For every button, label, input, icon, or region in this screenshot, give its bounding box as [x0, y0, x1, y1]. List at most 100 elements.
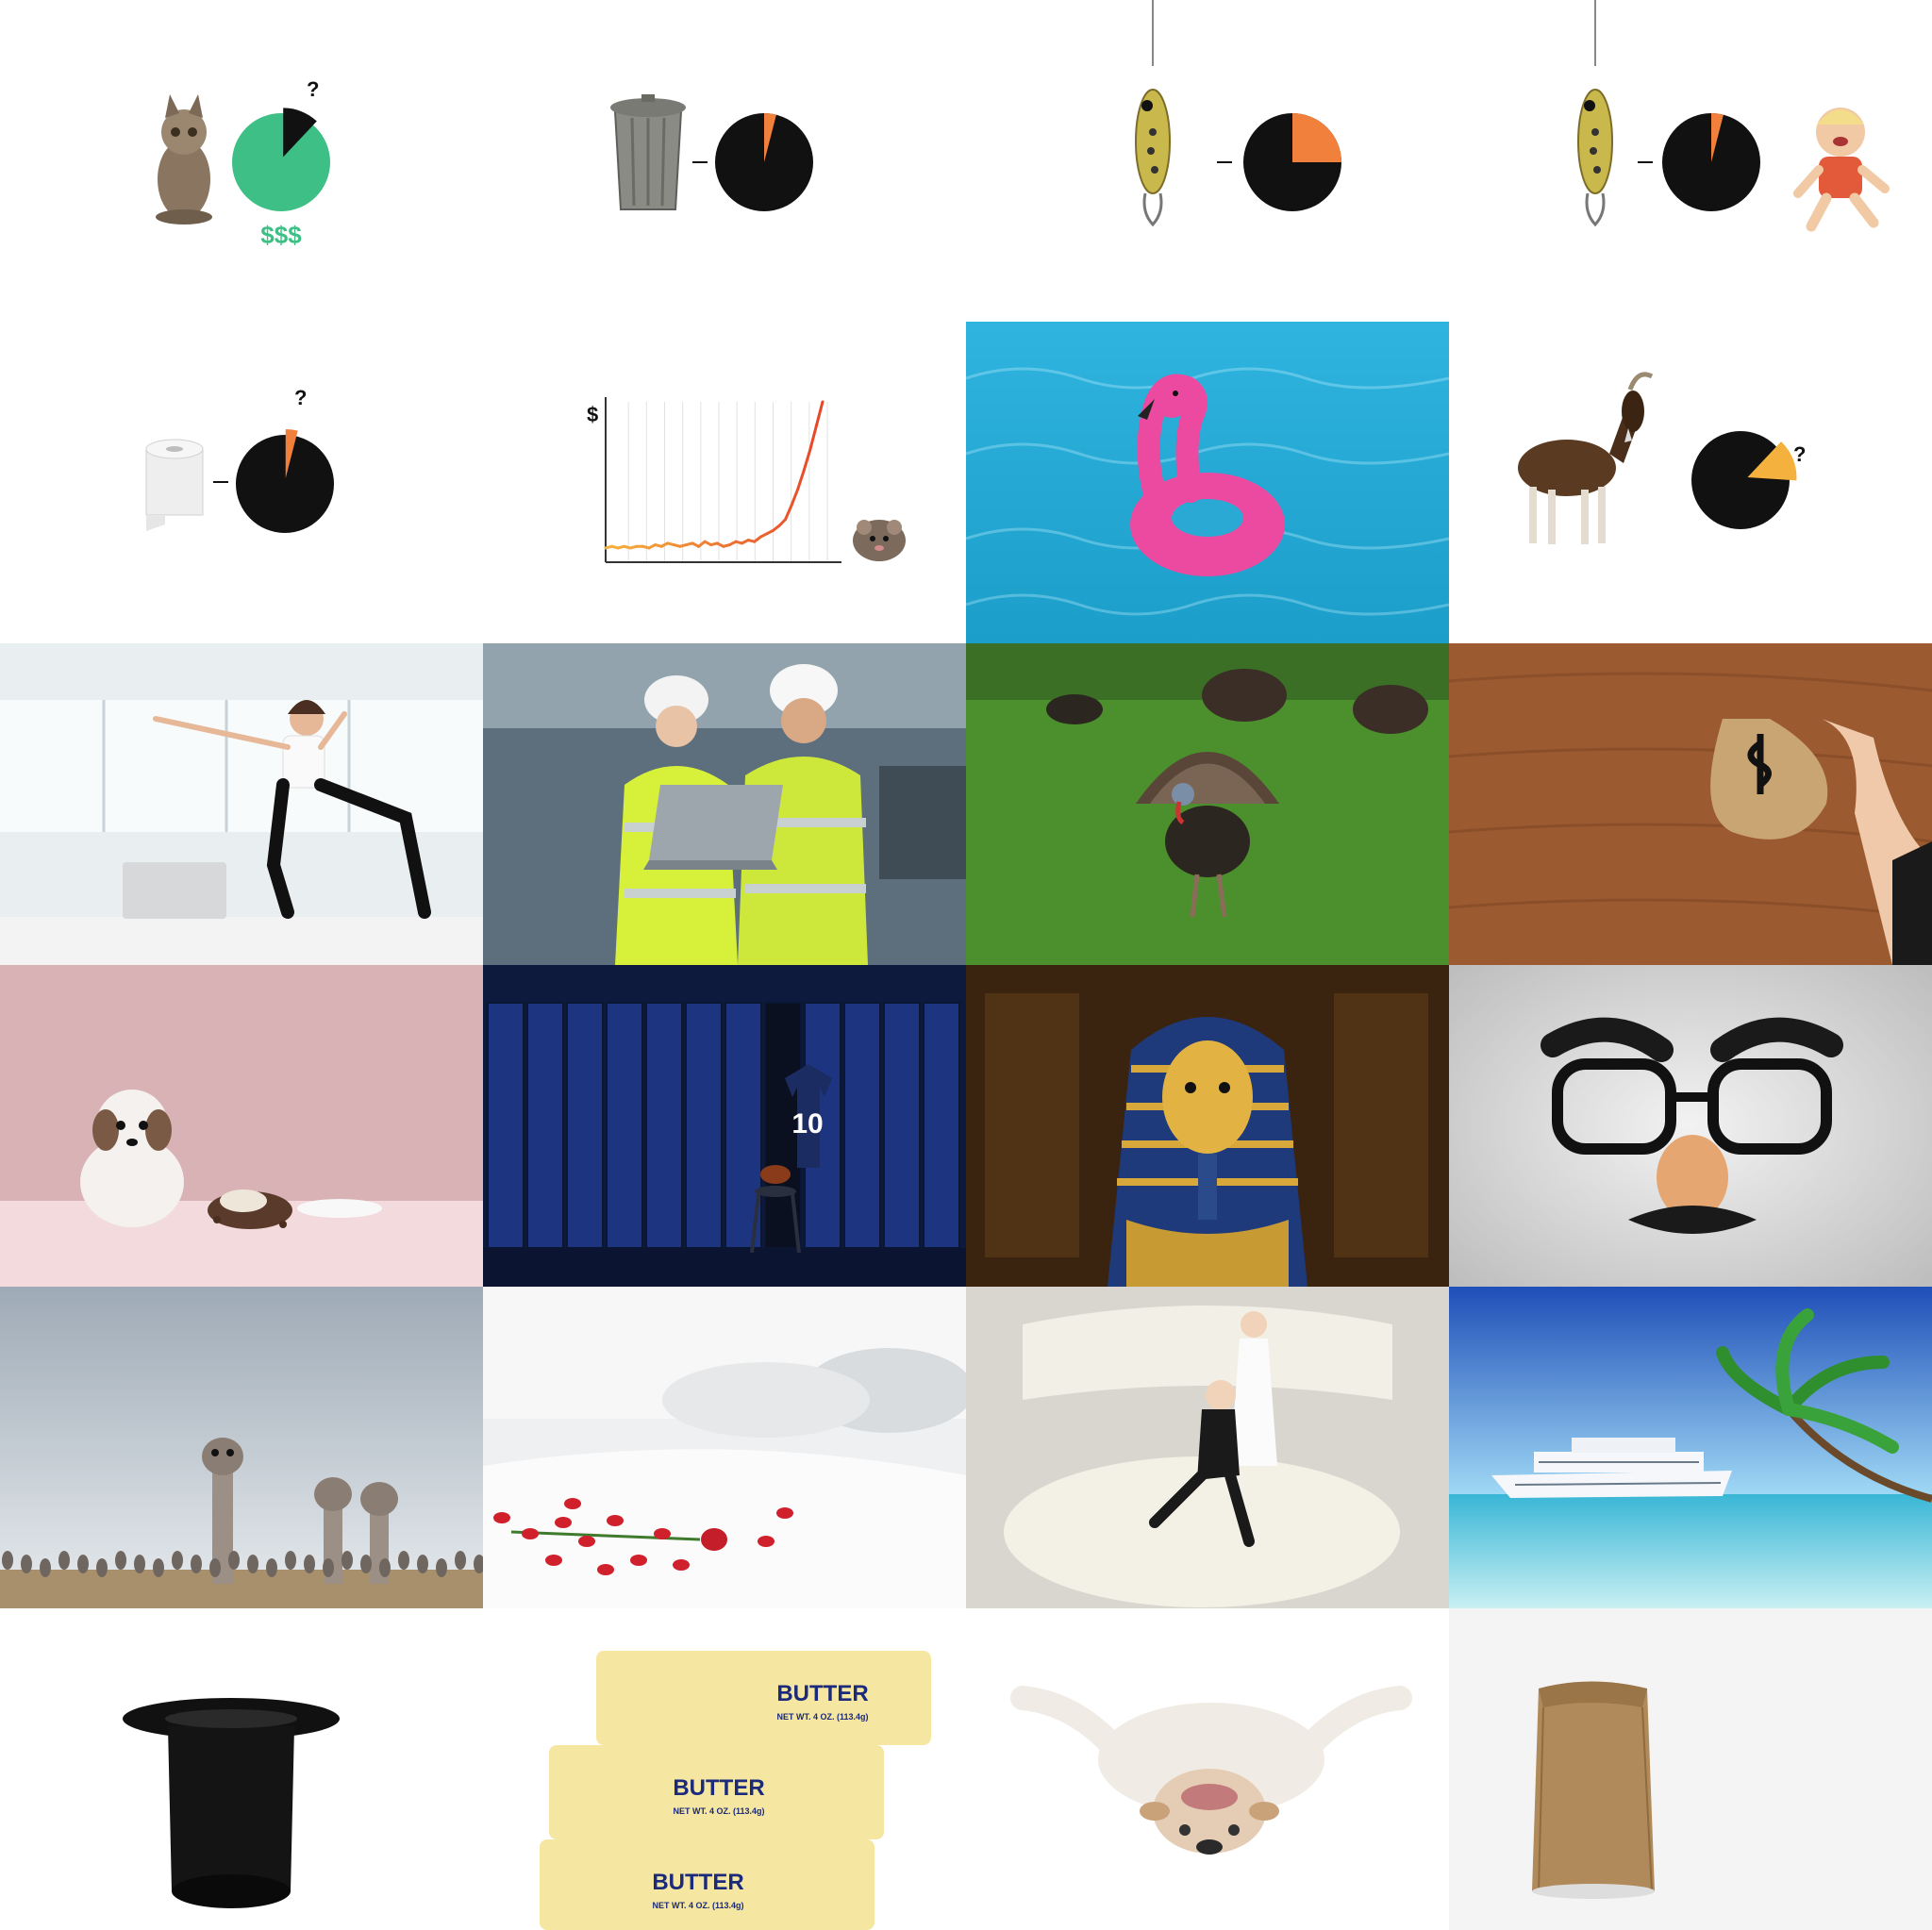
fishing-lure-icon [1577, 0, 1613, 227]
ostrich-distant [285, 1551, 296, 1570]
ostrich-distant [436, 1558, 447, 1577]
top-hat-icon [123, 1698, 340, 1908]
tile-cake-topper[interactable] [966, 1287, 1449, 1608]
tile-locker-room[interactable]: 10 [483, 965, 966, 1287]
tile-ostriches[interactable] [0, 1287, 483, 1608]
rose-petal [758, 1536, 774, 1547]
butter-stick-middle: BUTTER NET WT. 4 OZ. (113.4g) [549, 1745, 884, 1839]
butter-label: BUTTER [673, 1775, 764, 1801]
locker-door [566, 1002, 604, 1249]
rose-petal [578, 1536, 595, 1547]
tile-money-bag-hand[interactable] [1449, 643, 1932, 965]
ostrich-distant [417, 1555, 428, 1573]
ostrich-distant [228, 1551, 240, 1570]
tile-price-chart[interactable]: $ [483, 322, 966, 643]
ostrich-distant [172, 1551, 183, 1570]
tile-lure-pie[interactable] [966, 0, 1449, 322]
butter-net-weight: NET WT. 4 OZ. (113.4g) [776, 1712, 868, 1722]
tile-engineers-laptop[interactable] [483, 643, 966, 965]
tile-butter-sticks[interactable]: BUTTER NET WT. 4 OZ. (113.4g) BUTTER NET… [483, 1608, 966, 1930]
tile-puppy-cake[interactable] [0, 965, 483, 1287]
ostrich-distant [304, 1555, 315, 1573]
turkey-background-left [1046, 694, 1103, 724]
pie-chart-black [1243, 113, 1341, 211]
toilet-paper-icon [145, 439, 204, 531]
laptop [123, 862, 226, 919]
rose-petal [555, 1517, 572, 1528]
tile-cruise-ship[interactable] [1449, 1287, 1932, 1608]
pillow [662, 1362, 870, 1438]
ostrich-distant [153, 1558, 164, 1577]
office-windows [0, 700, 483, 832]
white-bedding [483, 1449, 966, 1608]
cloudy-sky [0, 1287, 483, 1608]
y-axis-label: $ [587, 403, 598, 426]
locker-door [685, 1002, 723, 1249]
tile-turkeys-grass[interactable] [966, 643, 1449, 965]
ostrich-distant [360, 1555, 372, 1573]
ostrich-distant [209, 1558, 221, 1577]
question-mark: ? [294, 386, 307, 409]
tile-top-hat[interactable] [0, 1608, 483, 1930]
rose-petal [597, 1564, 614, 1575]
rose-petal [493, 1512, 510, 1523]
rat-icon [853, 520, 906, 561]
floor [483, 1248, 966, 1287]
chart-gridlines [627, 402, 828, 562]
paper-bag-icon [1532, 1681, 1655, 1899]
ostrich-distant [115, 1551, 126, 1570]
ostrich-distant [96, 1558, 108, 1577]
ostrich-distant [2, 1551, 13, 1570]
locker-door [923, 1002, 960, 1249]
bulldog-icon [1010, 1686, 1412, 1855]
rose-petal [607, 1515, 624, 1526]
ostrich-distant [191, 1555, 202, 1573]
rose-icon [701, 1528, 727, 1551]
kitten-icon [156, 94, 212, 225]
pharaoh-mask-icon [1108, 1017, 1307, 1287]
tile-office-woman-pose[interactable] [0, 643, 483, 965]
ostrich-distant [266, 1558, 277, 1577]
grey-background [1449, 965, 1932, 1287]
tile-trash-pie[interactable] [483, 0, 966, 322]
butter-stick-bottom: BUTTER NET WT. 4 OZ. (113.4g) [540, 1839, 874, 1930]
pie-chart-black [236, 429, 334, 533]
price-line-segment [808, 424, 818, 452]
price-line-segment [796, 468, 806, 491]
ostrich-distant [323, 1558, 334, 1577]
pie-chart-green [232, 108, 330, 211]
tile-toilet-paper-pie[interactable]: ? [0, 322, 483, 643]
ostrich-distant [341, 1551, 353, 1570]
laptop [643, 785, 783, 870]
price-line-segment [814, 400, 824, 427]
tile-rose-bed[interactable] [483, 1287, 966, 1608]
tile-pharaoh-mask[interactable] [966, 965, 1449, 1287]
butter-label: BUTTER [776, 1681, 868, 1706]
price-line-segment [784, 503, 793, 522]
cake-tier-top [1023, 1306, 1392, 1400]
ostrich-distant [40, 1558, 51, 1577]
tile-flamingo-float[interactable] [966, 322, 1449, 643]
tile-lure-toddler-pie[interactable] [1449, 0, 1932, 322]
tile-kitten-pie[interactable]: ? $$$ [0, 0, 483, 322]
locker-door [606, 1002, 643, 1249]
rose-petal [630, 1555, 647, 1566]
rose-petal [673, 1559, 690, 1571]
jersey-number: 10 [791, 1108, 823, 1140]
plate [297, 1199, 382, 1218]
ostrich-distant [379, 1558, 391, 1577]
ostrich-distant [134, 1555, 145, 1573]
ostrich-distant [398, 1551, 409, 1570]
tile-paper-bag[interactable] [1449, 1608, 1932, 1930]
crying-toddler-icon [1793, 108, 1890, 232]
tile-bulldog-upside-down[interactable] [966, 1608, 1449, 1930]
tile-groucho-glasses[interactable] [1449, 965, 1932, 1287]
ostrich-distant [247, 1555, 258, 1573]
tile-goat-pie[interactable]: ? [1449, 322, 1932, 643]
rose-petal [545, 1555, 562, 1566]
rose-petal [564, 1498, 581, 1509]
office-desk [0, 917, 483, 965]
goat-icon [1518, 372, 1654, 544]
locker-door [487, 1002, 525, 1249]
locker-door [645, 1002, 683, 1249]
